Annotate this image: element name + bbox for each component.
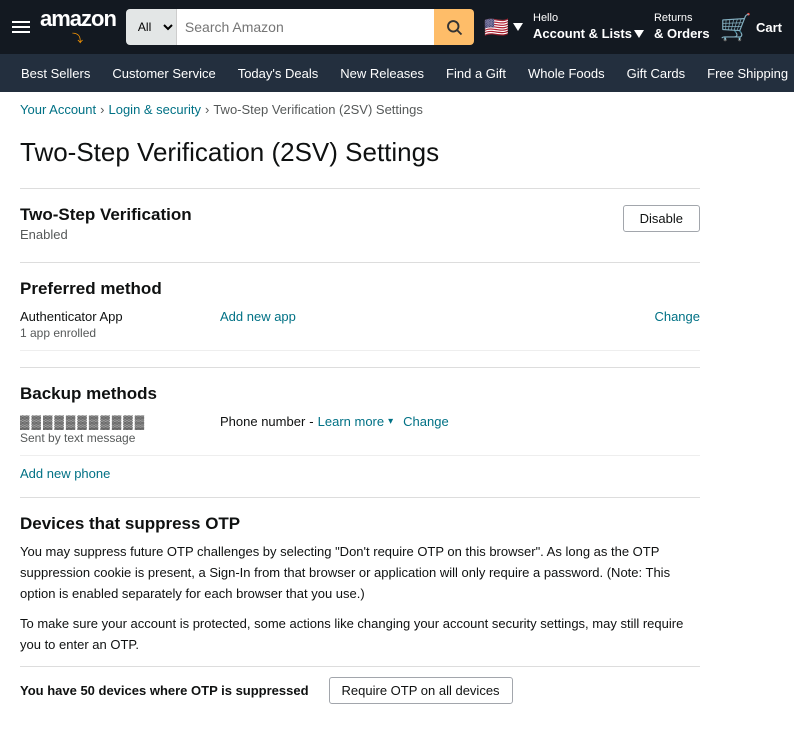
add-new-phone-link[interactable]: Add new phone xyxy=(20,466,110,481)
cart-area[interactable]: 🛒 Cart xyxy=(720,12,782,43)
orders-label: & Orders xyxy=(654,26,710,43)
require-otp-button[interactable]: Require OTP on all devices xyxy=(329,677,513,704)
nav-item-new-releases[interactable]: New Releases xyxy=(331,57,433,90)
preferred-method-detail: 1 app enrolled xyxy=(20,326,220,340)
two-step-info: Two-Step Verification Enabled xyxy=(20,205,192,242)
backup-method-info: ▓▓▓▓▓▓▓▓▓▓▓ Sent by text message xyxy=(20,414,220,445)
breadcrumb: Your Account › Login & security › Two-St… xyxy=(0,92,794,127)
backup-title: Backup methods xyxy=(20,384,700,404)
flag-area[interactable]: 🇺🇸 xyxy=(484,15,523,40)
flag-icon: 🇺🇸 xyxy=(484,15,509,40)
main-content: Two-Step Verification (2SV) Settings Two… xyxy=(0,127,720,740)
cart-label: Cart xyxy=(756,20,782,35)
backup-section: Backup methods ▓▓▓▓▓▓▓▓▓▓▓ Sent by text … xyxy=(20,367,700,497)
otp-footer-text: You have 50 devices where OTP is suppres… xyxy=(20,683,309,698)
search-button[interactable] xyxy=(434,9,474,45)
backup-change-link[interactable]: Change xyxy=(403,414,449,429)
hamburger-menu[interactable] xyxy=(12,21,30,33)
preferred-method-info: Authenticator App 1 app enrolled xyxy=(20,309,220,340)
two-step-status: Enabled xyxy=(20,227,192,242)
search-input[interactable] xyxy=(177,9,434,45)
phone-blurred: ▓▓▓▓▓▓▓▓▓▓▓ xyxy=(20,414,220,429)
page-title: Two-Step Verification (2SV) Settings xyxy=(20,137,700,168)
otp-description-2: To make sure your account is protected, … xyxy=(20,614,700,656)
preferred-title: Preferred method xyxy=(20,279,700,299)
backup-method-row: ▓▓▓▓▓▓▓▓▓▓▓ Sent by text message Phone n… xyxy=(20,404,700,456)
preferred-method-name: Authenticator App xyxy=(20,309,220,324)
add-new-app-link[interactable]: Add new app xyxy=(220,309,644,324)
breadcrumb-login-security[interactable]: Login & security xyxy=(108,102,201,117)
hello-text: Hello xyxy=(533,11,644,25)
logo-text: amazon xyxy=(40,8,116,30)
nav-bar: Best Sellers Customer Service Today's De… xyxy=(0,54,794,92)
account-area[interactable]: Hello Account & Lists xyxy=(533,11,644,42)
breadcrumb-current: Two-Step Verification (2SV) Settings xyxy=(213,102,423,117)
nav-item-customer-service[interactable]: Customer Service xyxy=(103,57,224,90)
preferred-change-link[interactable]: Change xyxy=(654,309,700,324)
breadcrumb-separator-1: › xyxy=(100,102,104,117)
logo-smile: ⤵︎ xyxy=(72,30,84,46)
nav-item-best-sellers[interactable]: Best Sellers xyxy=(12,57,99,90)
sent-by-text: Sent by text message xyxy=(20,431,220,445)
phone-number-area: Phone number - Learn more ▾ xyxy=(220,414,393,429)
learn-more-link[interactable]: Learn more xyxy=(318,414,384,429)
preferred-method-row: Authenticator App 1 app enrolled Add new… xyxy=(20,299,700,351)
returns-label: Returns xyxy=(654,11,710,25)
cart-icon: 🛒 xyxy=(720,12,752,42)
otp-section: Devices that suppress OTP You may suppre… xyxy=(20,497,700,720)
nav-item-find-a-gift[interactable]: Find a Gift xyxy=(437,57,515,90)
nav-item-free-shipping[interactable]: Free Shipping xyxy=(698,57,794,90)
preferred-section: Preferred method Authenticator App 1 app… xyxy=(20,262,700,367)
returns-area[interactable]: Returns & Orders xyxy=(654,11,710,42)
two-step-section: Two-Step Verification Enabled Disable xyxy=(20,188,700,262)
otp-title: Devices that suppress OTP xyxy=(20,514,700,534)
two-step-title: Two-Step Verification xyxy=(20,205,192,225)
nav-item-gift-cards[interactable]: Gift Cards xyxy=(618,57,695,90)
nav-item-whole-foods[interactable]: Whole Foods xyxy=(519,57,614,90)
phone-dash: - xyxy=(309,414,313,429)
otp-footer: You have 50 devices where OTP is suppres… xyxy=(20,666,700,704)
header: amazon ⤵︎ All 🇺🇸 Hello Account & Lists R… xyxy=(0,0,794,54)
phone-label: Phone number xyxy=(220,414,305,429)
otp-description-1: You may suppress future OTP challenges b… xyxy=(20,542,700,604)
search-category-select[interactable]: All xyxy=(126,9,177,45)
amazon-logo[interactable]: amazon ⤵︎ xyxy=(40,8,116,46)
disable-button[interactable]: Disable xyxy=(623,205,700,232)
search-bar: All xyxy=(126,9,474,45)
cart-wrapper: 🛒 xyxy=(720,12,752,43)
breadcrumb-separator-2: › xyxy=(205,102,209,117)
nav-item-todays-deals[interactable]: Today's Deals xyxy=(229,57,328,90)
two-step-header: Two-Step Verification Enabled Disable xyxy=(20,205,700,242)
breadcrumb-your-account[interactable]: Your Account xyxy=(20,102,96,117)
learn-more-arrow: ▾ xyxy=(388,416,393,427)
account-lists-label: Account & Lists xyxy=(533,26,644,43)
